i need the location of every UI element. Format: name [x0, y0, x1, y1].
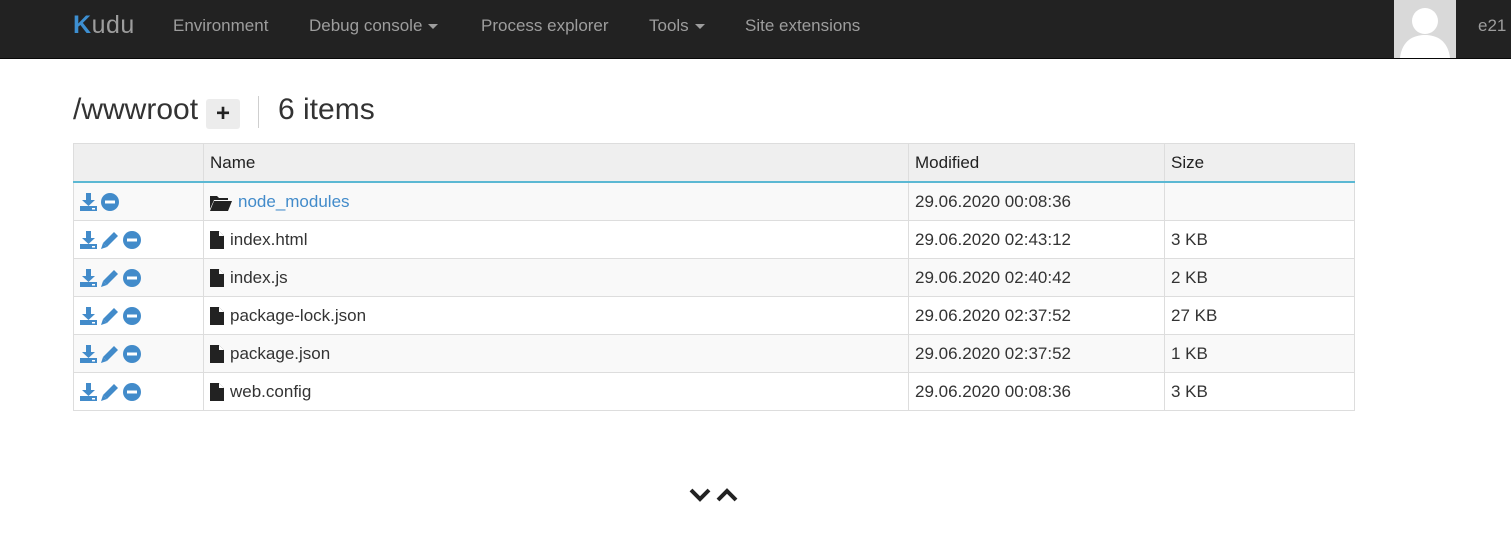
file-icon — [210, 345, 224, 364]
delete-icon[interactable] — [123, 269, 141, 288]
table-row[interactable]: package.json 29.06.2020 02:37:52 1 KB — [73, 334, 1355, 373]
file-name: web.config — [230, 381, 312, 401]
divider — [258, 96, 259, 128]
nav-environment[interactable]: Environment — [173, 16, 268, 36]
file-name: package-lock.json — [230, 305, 367, 325]
file-icon — [210, 269, 224, 288]
file-name-cell[interactable]: node_modules — [203, 181, 909, 221]
chevron-up-icon[interactable] — [716, 488, 738, 502]
file-name-cell[interactable]: index.js — [203, 258, 909, 297]
download-icon[interactable] — [80, 383, 97, 402]
delete-icon[interactable] — [123, 307, 141, 326]
modified-cell: 29.06.2020 00:08:36 — [908, 181, 1165, 221]
edit-icon[interactable] — [101, 345, 119, 364]
size-cell: 27 KB — [1164, 296, 1355, 335]
download-icon[interactable] — [80, 307, 97, 326]
sort-toggle — [688, 486, 740, 504]
modified-cell: 29.06.2020 02:43:12 — [908, 220, 1165, 259]
size-cell: 2 KB — [1164, 258, 1355, 297]
row-actions — [73, 181, 204, 221]
size-cell: 3 KB — [1164, 372, 1355, 411]
chevron-down-icon[interactable] — [689, 488, 711, 502]
file-name[interactable]: node_modules — [238, 192, 350, 211]
table-row[interactable]: web.config 29.06.2020 00:08:36 3 KB — [73, 372, 1355, 411]
file-name-cell[interactable]: package-lock.json — [203, 296, 909, 335]
download-icon[interactable] — [80, 345, 97, 364]
plus-icon: + — [215, 100, 230, 127]
modified-cell: 29.06.2020 00:08:36 — [908, 372, 1165, 411]
file-name: package.json — [230, 343, 331, 363]
file-name-cell[interactable]: package.json — [203, 334, 909, 373]
row-actions — [73, 296, 204, 335]
row-actions — [73, 258, 204, 297]
table-row[interactable]: node_modules 29.06.2020 00:08:36 — [73, 181, 1355, 221]
file-name: index.js — [230, 267, 288, 287]
file-icon — [210, 307, 224, 326]
edit-icon[interactable] — [101, 231, 119, 250]
row-actions — [73, 334, 204, 373]
table-row[interactable]: index.js 29.06.2020 02:40:42 2 KB — [73, 258, 1355, 297]
nav-process-explorer[interactable]: Process explorer — [481, 16, 609, 36]
item-count: 6 items — [278, 93, 375, 126]
edit-icon[interactable] — [101, 307, 119, 326]
file-name-cell[interactable]: index.html — [203, 220, 909, 259]
delete-icon[interactable] — [123, 345, 141, 364]
avatar-icon[interactable] — [1394, 0, 1456, 58]
edit-icon[interactable] — [101, 269, 119, 288]
kudu-logo[interactable]: Kudu — [73, 11, 135, 40]
download-icon[interactable] — [80, 193, 97, 212]
caret-down-icon — [428, 24, 439, 30]
caret-down-icon — [694, 24, 705, 30]
nav-site-extensions[interactable]: Site extensions — [745, 16, 860, 36]
file-table: Name Modified Size node_modules 29.06.202… — [73, 143, 1355, 411]
file-icon — [210, 383, 224, 402]
download-icon[interactable] — [80, 231, 97, 250]
file-icon — [210, 231, 224, 250]
top-navbar: Kudu Environment Debug console Process e… — [0, 0, 1511, 59]
nav-tools[interactable]: Tools — [649, 16, 705, 36]
header-modified[interactable]: Modified — [908, 143, 1165, 183]
table-row[interactable]: index.html 29.06.2020 02:43:12 3 KB — [73, 220, 1355, 259]
size-cell: 1 KB — [1164, 334, 1355, 373]
size-cell: 3 KB — [1164, 220, 1355, 259]
size-cell — [1164, 181, 1355, 221]
modified-cell: 29.06.2020 02:40:42 — [908, 258, 1165, 297]
add-button[interactable]: + — [206, 99, 240, 129]
header-actions — [73, 143, 204, 183]
row-actions — [73, 220, 204, 259]
delete-icon[interactable] — [123, 383, 141, 402]
header-size[interactable]: Size — [1164, 143, 1355, 183]
modified-cell: 29.06.2020 02:37:52 — [908, 296, 1165, 335]
file-name-cell[interactable]: web.config — [203, 372, 909, 411]
table-row[interactable]: package-lock.json 29.06.2020 02:37:52 27 K… — [73, 296, 1355, 335]
table-header-row: Name Modified Size — [73, 143, 1355, 183]
user-name[interactable]: e21 — [1478, 16, 1506, 36]
modified-cell: 29.06.2020 02:37:52 — [908, 334, 1165, 373]
download-icon[interactable] — [80, 269, 97, 288]
current-path[interactable]: /wwwroot — [73, 93, 198, 127]
nav-debug-console[interactable]: Debug console — [309, 16, 439, 36]
folder-open-icon — [210, 195, 232, 211]
delete-icon[interactable] — [101, 193, 119, 212]
edit-icon[interactable] — [101, 383, 119, 402]
file-name: index.html — [230, 229, 308, 249]
row-actions — [73, 372, 204, 411]
delete-icon[interactable] — [123, 231, 141, 250]
header-name[interactable]: Name — [203, 143, 909, 183]
